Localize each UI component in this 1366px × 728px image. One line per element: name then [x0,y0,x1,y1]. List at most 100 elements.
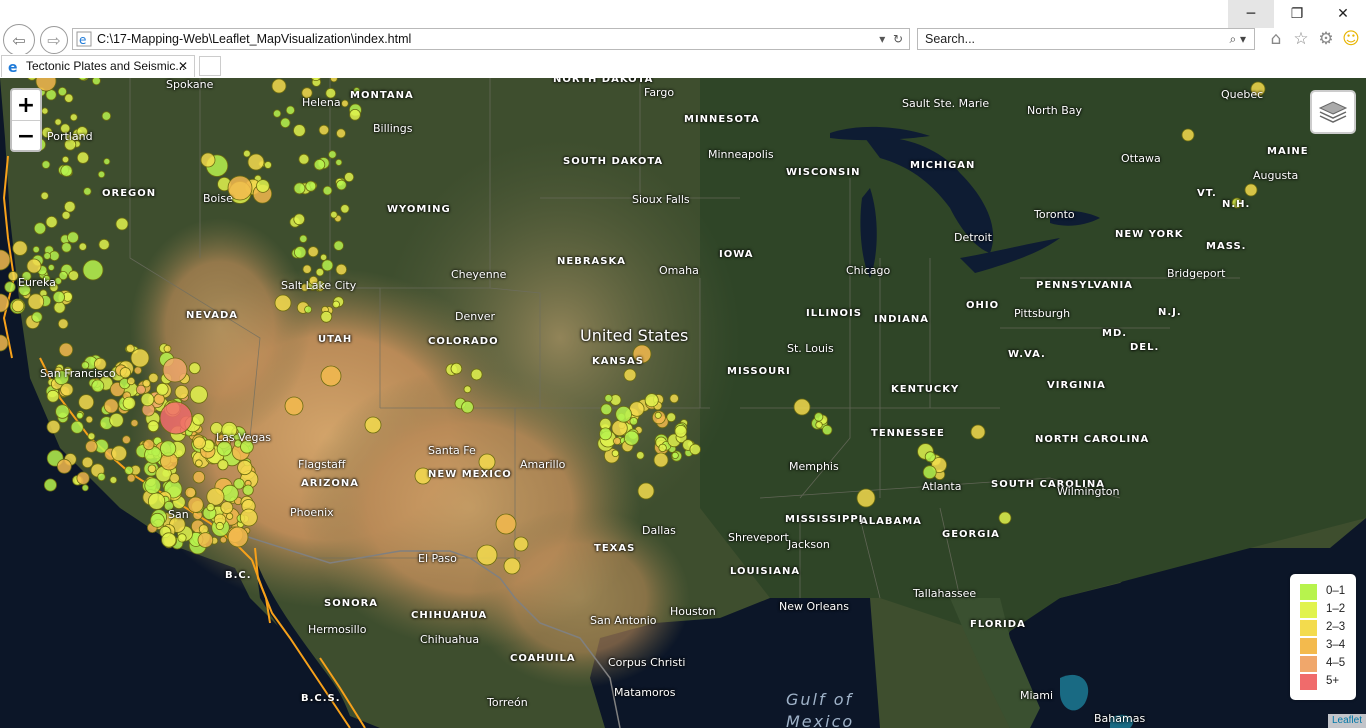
earthquake-marker[interactable] [1181,128,1195,142]
earthquake-marker[interactable] [320,365,342,387]
earthquake-marker[interactable] [21,271,32,282]
address-tools[interactable]: ▾ ↻ [879,29,903,49]
earthquake-marker[interactable] [47,264,55,271]
earthquake-marker[interactable] [53,301,66,314]
earthquake-marker[interactable] [1250,81,1266,97]
earthquake-marker[interactable] [42,274,51,283]
earthquake-marker[interactable] [54,370,69,386]
earthquake-marker[interactable] [83,187,92,196]
earthquake-marker[interactable] [280,117,291,129]
earthquake-marker[interactable] [615,405,632,423]
earthquake-marker[interactable] [293,124,306,137]
earthquake-marker[interactable] [197,532,214,548]
earthquake-marker[interactable] [140,392,155,407]
earthquake-marker[interactable] [147,420,160,433]
earthquake-marker[interactable] [26,258,42,274]
earthquake-marker[interactable] [239,508,258,527]
earthquake-marker[interactable] [43,252,51,260]
earthquake-marker[interactable] [32,245,40,254]
earthquake-marker[interactable] [272,109,282,118]
earthquake-marker[interactable] [301,87,313,99]
earthquake-marker[interactable] [298,153,310,165]
earthquake-marker[interactable] [61,155,70,164]
earthquake-marker[interactable] [293,213,306,226]
earthquake-marker[interactable] [111,445,127,462]
earthquake-marker[interactable] [299,234,308,243]
earthquake-marker[interactable] [632,344,652,364]
earthquake-marker[interactable] [623,368,637,382]
earthquake-marker[interactable] [61,210,71,220]
earthquake-marker[interactable] [210,422,223,435]
earthquake-marker[interactable] [130,419,139,428]
layers-control-button[interactable] [1310,90,1356,134]
earthquake-marker[interactable] [192,471,206,484]
star-icon[interactable]: ☆ [1291,29,1311,49]
earthquake-marker[interactable] [513,536,529,552]
earthquake-marker[interactable] [54,118,62,126]
zoom-out-button[interactable]: − [12,121,40,151]
earthquake-marker[interactable] [0,334,9,352]
earthquake-marker[interactable] [81,484,89,492]
earthquake-marker[interactable] [221,484,239,503]
earthquake-marker[interactable] [320,253,328,261]
earthquake-marker[interactable] [653,452,669,468]
earthquake-marker[interactable] [70,420,84,434]
earthquake-marker[interactable] [55,404,70,419]
earthquake-marker[interactable] [31,311,43,323]
earthquake-marker[interactable] [689,443,701,456]
earthquake-marker[interactable] [611,449,620,457]
earthquake-marker[interactable] [340,204,350,214]
earthquake-marker[interactable] [41,127,53,139]
earthquake-marker[interactable] [344,172,355,183]
earthquake-marker[interactable] [144,477,162,495]
earthquake-marker[interactable] [18,283,31,297]
earthquake-marker[interactable] [604,394,613,403]
earthquake-marker[interactable] [81,361,90,370]
earthquake-marker[interactable] [85,440,98,453]
earthquake-marker[interactable] [654,411,662,419]
earthquake-marker[interactable] [68,270,79,281]
earthquake-marker[interactable] [174,385,189,400]
earthquake-marker[interactable] [242,484,254,496]
earthquake-marker[interactable] [623,430,640,446]
earthquake-marker[interactable] [666,412,676,423]
map-container[interactable]: MONTANA NORTH DAKOTA MINNESOTA SOUTH DAKOTA… [0,78,1366,728]
address-bar[interactable]: e C:\17-Mapping-Web\Leaflet_MapVisualiza… [72,28,910,50]
earthquake-marker[interactable] [98,238,110,251]
earthquake-marker[interactable] [336,128,346,139]
earthquake-marker[interactable] [200,152,216,168]
close-button[interactable]: ✕ [1320,0,1366,28]
earthquake-marker[interactable] [600,403,613,416]
earthquake-marker[interactable] [658,443,667,453]
earthquake-marker[interactable] [450,362,463,375]
earthquake-marker[interactable] [67,231,79,244]
earthquake-marker[interactable] [629,417,638,426]
earthquake-marker[interactable] [247,153,265,171]
earthquake-marker[interactable] [414,467,432,485]
earthquake-marker[interactable] [470,368,483,381]
earthquake-marker[interactable] [143,438,155,451]
earthquake-marker[interactable] [240,439,254,454]
earthquake-markers[interactable] [0,78,1366,728]
earthquake-marker[interactable] [40,191,49,200]
earthquake-marker[interactable] [332,300,340,309]
earthquake-marker[interactable] [97,472,106,482]
earthquake-marker[interactable] [60,382,74,397]
earthquake-marker[interactable] [64,138,77,151]
earthquake-marker[interactable] [294,246,307,259]
search-input[interactable]: Search... [925,29,975,49]
earthquake-marker[interactable] [293,182,306,195]
earthquake-marker[interactable] [637,482,655,500]
earthquake-marker[interactable] [315,280,325,290]
earthquake-marker[interactable] [671,451,679,459]
earthquake-marker[interactable] [163,500,174,511]
earthquake-marker[interactable] [52,291,66,304]
earthquake-marker[interactable] [92,78,101,86]
earthquake-marker[interactable] [46,389,60,403]
earthquake-marker[interactable] [133,366,142,375]
earthquake-marker[interactable] [1231,197,1243,209]
forward-button[interactable]: ⇨ [40,26,68,54]
earthquake-marker[interactable] [101,111,112,121]
zoom-control[interactable]: + − [10,88,42,152]
earthquake-marker[interactable] [76,411,84,420]
